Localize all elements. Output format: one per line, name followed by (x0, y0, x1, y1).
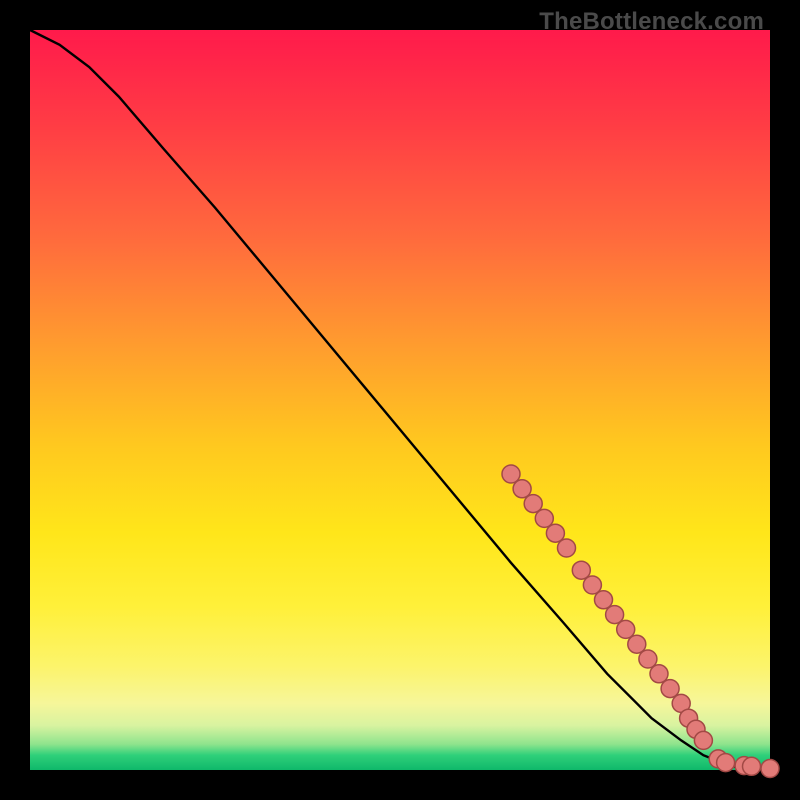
data-point (546, 524, 564, 542)
data-point (639, 650, 657, 668)
data-point (761, 760, 779, 778)
data-point (650, 665, 668, 683)
data-point (694, 731, 712, 749)
data-point (535, 509, 553, 527)
chart-frame: TheBottleneck.com (0, 0, 800, 800)
data-point (502, 465, 520, 483)
data-point (583, 576, 601, 594)
data-point (743, 757, 761, 775)
chart-overlay (30, 30, 770, 770)
data-point (717, 754, 735, 772)
data-point (558, 539, 576, 557)
data-point (595, 591, 613, 609)
curve-markers (502, 465, 779, 778)
data-point (524, 495, 542, 513)
data-point (617, 620, 635, 638)
curve-line (30, 30, 770, 769)
data-point (513, 480, 531, 498)
data-point (628, 635, 646, 653)
data-point (606, 606, 624, 624)
data-point (572, 561, 590, 579)
data-point (661, 680, 679, 698)
